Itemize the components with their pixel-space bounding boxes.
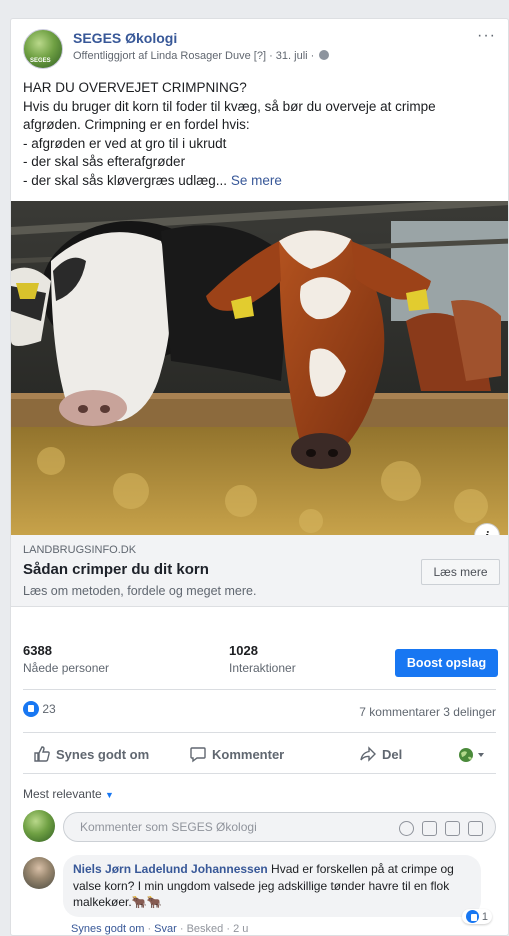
link-preview[interactable]: LANDBRUGSINFO.DK Sådan crimper du dit ko…: [11, 535, 508, 607]
comment-button-label: Kommenter: [212, 747, 285, 762]
chevron-down-icon: ▼: [105, 790, 114, 800]
interactions-label: Interaktioner: [229, 661, 296, 675]
divider: [23, 732, 496, 733]
link-domain: LANDBRUGSINFO.DK: [23, 544, 137, 556]
comment-input[interactable]: Kommenter som SEGES Økologi: [63, 812, 496, 842]
comment-button[interactable]: Kommenter: [189, 745, 284, 763]
comment-reaction-count[interactable]: 1: [461, 909, 492, 924]
learn-more-button[interactable]: Læs mere: [421, 559, 500, 585]
comment-input-placeholder: Kommenter som SEGES Økologi: [80, 820, 257, 834]
post-insights: 6388 Nåede personer 1028 Interaktioner B…: [11, 607, 508, 689]
interactions-value: 1028: [229, 643, 258, 658]
sticker-icon[interactable]: [468, 821, 483, 836]
comment-message-link[interactable]: Besked: [187, 923, 224, 935]
camera-icon[interactable]: [422, 821, 437, 836]
comment-bubble: Niels Jørn Ladelund Johannessen Hvad er …: [63, 855, 481, 917]
post-text: HAR DU OVERVEJET CRIMPNING? Hvis du brug…: [23, 79, 496, 190]
comment-icon: [190, 747, 206, 763]
page-avatar-small: [23, 810, 55, 842]
post-text-line: Hvis du bruger dit korn til foder til kv…: [23, 98, 436, 114]
more-options-icon[interactable]: ···: [477, 27, 496, 45]
divider: [23, 773, 496, 774]
like-reaction-icon: [465, 910, 479, 923]
share-button[interactable]: Del: [359, 745, 402, 763]
comment-reply-link[interactable]: Svar: [154, 923, 177, 935]
globe-icon: [319, 50, 330, 60]
like-button[interactable]: Synes godt om: [33, 745, 149, 763]
avatar-logo-text: SEGES: [30, 58, 51, 64]
post-meta-text: Offentliggjort af Linda Rosager Duve [?]…: [73, 50, 315, 62]
post-text-line-last: - der skal sås kløvergræs udlæg... Se me…: [23, 172, 496, 191]
post-text-line: - der skal sås efterafgrøder: [23, 154, 186, 169]
globe-dropdown-icon: [459, 748, 484, 762]
action-bar: Synes godt om Kommenter Del: [23, 739, 496, 773]
audience-selector[interactable]: [458, 747, 488, 768]
cows-photo[interactable]: [11, 201, 508, 535]
reached-stat: 6388 Nåede personer: [23, 643, 109, 675]
emoji-icon[interactable]: [399, 821, 414, 836]
comment-sort-label: Mest relevante: [23, 787, 102, 801]
reaction-summary[interactable]: 23: [23, 701, 56, 717]
post-header: SEGES SEGES Økologi Offentliggjort af Li…: [23, 27, 496, 69]
reached-value: 6388: [23, 643, 52, 658]
composer-icons: [391, 818, 483, 846]
post-meta: Offentliggjort af Linda Rosager Duve [?]…: [73, 50, 330, 62]
see-more-link[interactable]: Se mere: [231, 173, 282, 188]
post-text-line: - afgrøden er ved at gro til i ukrudt: [23, 135, 227, 151]
like-button-label: Synes godt om: [56, 747, 150, 762]
gif-icon[interactable]: [445, 821, 460, 836]
cows-illustration: [11, 201, 508, 535]
link-description: Læs om metoden, fordele og meget mere.: [23, 584, 257, 598]
separator: ·: [179, 923, 187, 935]
commenter-avatar[interactable]: [23, 857, 55, 889]
post-text-line: afgrøden. Crimpning er en fordel hvis:: [23, 117, 250, 132]
share-icon: [360, 746, 376, 762]
divider: [23, 689, 496, 690]
comment-author[interactable]: Niels Jørn Ladelund Johannessen: [73, 862, 268, 876]
like-reaction-icon: [23, 701, 39, 717]
post-card: SEGES SEGES Økologi Offentliggjort af Li…: [10, 18, 509, 936]
post-text-line: HAR DU OVERVEJET CRIMPNING?: [23, 80, 247, 95]
comment-sort-dropdown[interactable]: Mest relevante ▼: [23, 787, 114, 801]
reached-label: Nåede personer: [23, 661, 110, 675]
share-button-label: Del: [382, 747, 403, 762]
page-name-link[interactable]: SEGES Økologi: [73, 30, 177, 46]
comment-like-count: 1: [481, 911, 488, 923]
comment-actions: Synes godt om · Svar · Besked · 2 u: [71, 923, 248, 935]
post-text-line: - der skal sås kløvergræs udlæg...: [23, 172, 228, 188]
thumbs-up-icon: [34, 746, 50, 762]
interactions-stat: 1028 Interaktioner: [229, 643, 296, 675]
link-title[interactable]: Sådan crimper du dit korn: [23, 561, 209, 578]
boost-post-button[interactable]: Boost opslag: [395, 649, 498, 677]
comment-time: 2 u: [233, 923, 249, 935]
page-avatar[interactable]: SEGES: [23, 29, 63, 69]
like-count: 23: [42, 702, 56, 716]
comment-composer: Kommenter som SEGES Økologi: [23, 810, 496, 844]
comments-shares-count[interactable]: 7 kommentarer 3 delinger: [359, 705, 496, 719]
comment-like-link[interactable]: Synes godt om: [71, 923, 144, 935]
